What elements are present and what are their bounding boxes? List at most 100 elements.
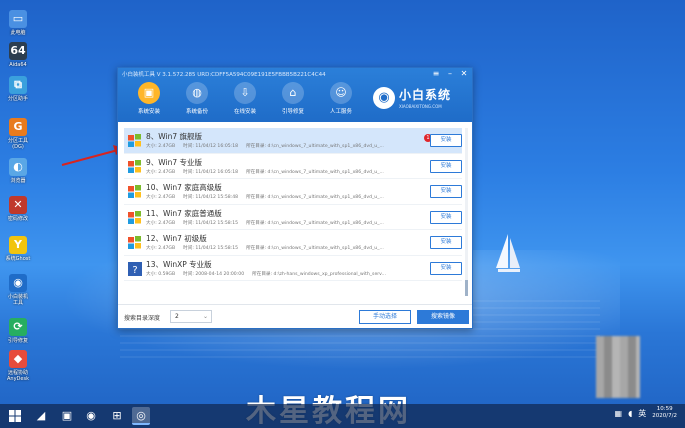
nav-tab-service[interactable]: ☺ 人工服务 xyxy=(322,82,360,115)
window-header: 小白装机工具 V 3.1.572.285 URD:CDFF5A594C09E19… xyxy=(118,68,472,122)
install-button[interactable]: 安装 xyxy=(430,236,462,249)
list-scrollbar[interactable] xyxy=(465,128,468,296)
input-method-icon[interactable]: 英 xyxy=(638,408,646,419)
os-meta: 大小: 2.47GB 时间: 11/04/12 15:58:48 所在目录: d:\… xyxy=(146,194,392,200)
scrollbar-thumb[interactable] xyxy=(465,280,468,296)
install-button[interactable]: 安装 xyxy=(430,159,462,173)
depth-label: 搜索目录深度 xyxy=(124,315,161,322)
os-size: 大小: 0.59GB xyxy=(146,271,176,277)
clock[interactable]: 10:59 2020/7/2 xyxy=(652,406,677,420)
nav-tab-repair[interactable]: ⌂ 引导修复 xyxy=(274,82,312,115)
os-time: 时间: 11/04/12 15:58:15 xyxy=(183,246,239,251)
depth-value: 2 xyxy=(175,313,179,320)
image-list: 8、Win7 旗舰版 大小: 2.47GB 时间: 11/04/12 16:05:1… xyxy=(124,128,462,296)
os-time: 时间: 2008-04-14 20:00:00 xyxy=(183,271,245,277)
windows-7-icon xyxy=(128,159,141,173)
os-name: 12、Win7 初级版 xyxy=(146,234,207,243)
blurred-figure xyxy=(596,336,640,398)
sailboat-wallpaper xyxy=(496,234,520,272)
install-icon: ▣ xyxy=(138,82,160,104)
nav-tab-label: 在线安装 xyxy=(233,109,256,115)
network-icon[interactable]: ◉ xyxy=(82,407,100,425)
os-time: 时间: 11/04/12 15:58:48 xyxy=(183,195,239,200)
os-size: 大小: 2.47GB xyxy=(146,195,176,200)
list-item[interactable]: ? 13、WinXP 专业版大小: 0.59GB 时间: 2008-04-14 20… xyxy=(124,255,462,281)
os-meta: 大小: 2.47GB 时间: 11/04/12 15:58:15 所在目录: d:\… xyxy=(146,220,392,226)
clock-date: 2020/7/2 xyxy=(652,413,677,419)
os-path: 所在目录: d:\zh-hans_windows_xp_professional… xyxy=(252,271,386,277)
system-tray: ▦ ◖ 英 10:59 2020/7/2 xyxy=(615,406,677,420)
os-path: 所在目录: d:\cn_windows_7_ultimate_with_sp1_… xyxy=(246,195,384,200)
windows-7-icon xyxy=(128,185,141,198)
nav-tab-label: 人工服务 xyxy=(329,109,352,115)
taskbar: ◢ ▣ ◉ ⊞ ◎ ▦ ◖ 英 10:59 2020/7/2 xyxy=(0,404,685,428)
eraser-icon[interactable]: ◢ xyxy=(32,407,50,425)
os-meta: 大小: 0.59GB 时间: 2008-04-14 20:00:00 所在目录: d… xyxy=(146,271,394,277)
close-icon[interactable]: ✕ xyxy=(460,69,468,78)
backup-icon: ◍ xyxy=(186,82,208,104)
os-name: 9、Win7 专业版 xyxy=(146,157,203,167)
main-nav: ▣ 系统安装 ◍ 系统备份 ⇩ 在线安装 ⌂ 引导修复 ☺ 人工服务 xyxy=(130,82,360,115)
install-button[interactable]: 安装 xyxy=(430,261,462,275)
nav-tab-backup[interactable]: ◍ 系统备份 xyxy=(178,82,216,115)
brand: ◉ 小白系统 XIAOBAIXITONG.COM xyxy=(373,86,451,109)
brand-logo-icon: ◉ xyxy=(373,86,395,109)
manual-select-button[interactable]: 手动选择 xyxy=(359,310,411,324)
window-controls: ≡ – ✕ xyxy=(432,69,468,78)
os-meta: 大小: 2.47GB 时间: 11/04/12 16:05:18 所在目录: d:\… xyxy=(146,143,392,149)
windows-xp-icon: ? xyxy=(128,261,142,276)
os-name: 10、Win7 家庭高级版 xyxy=(146,183,222,192)
brand-text: 小白系统 XIAOBAIXITONG.COM xyxy=(399,86,451,109)
windows-7-icon xyxy=(128,134,141,147)
nav-tab-online[interactable]: ⇩ 在线安装 xyxy=(226,82,264,115)
nav-tab-install[interactable]: ▣ 系统安装 xyxy=(130,82,168,115)
install-button[interactable]: 安装 xyxy=(430,210,462,224)
list-item[interactable]: 9、Win7 专业版大小: 2.47GB 时间: 11/04/12 16:05:1… xyxy=(124,153,462,179)
monitor-icon[interactable]: ▣ xyxy=(58,407,76,425)
list-item[interactable]: 10、Win7 家庭高级版大小: 2.47GB 时间: 11/04/12 15:5… xyxy=(124,179,462,205)
window-title: 小白装机工具 V 3.1.572.285 URD:CDFF5A594C09E19… xyxy=(122,72,326,78)
xiaobai-taskbar-icon[interactable]: ◎ xyxy=(132,407,150,425)
installer-window: 小白装机工具 V 3.1.572.285 URD:CDFF5A594C09E19… xyxy=(117,67,473,329)
nav-tab-label: 系统安装 xyxy=(137,109,160,115)
install-button[interactable]: 安装 xyxy=(430,134,462,147)
minimize-icon[interactable]: – xyxy=(446,69,454,78)
chevron-down-icon: ⌄ xyxy=(202,313,208,320)
os-size: 大小: 2.47GB xyxy=(146,246,176,251)
service-icon: ☺ xyxy=(330,82,352,104)
install-button[interactable]: 安装 xyxy=(430,185,462,198)
os-name: 13、WinXP 专业版 xyxy=(146,259,212,269)
depth-select[interactable]: 2 ⌄ xyxy=(170,310,212,323)
os-meta: 大小: 2.47GB 时间: 11/04/12 15:58:15 所在目录: d:\… xyxy=(146,245,392,251)
os-path: 所在目录: d:\cn_windows_7_ultimate_with_sp1_… xyxy=(246,246,384,251)
windows-logo-icon xyxy=(9,410,21,422)
list-item[interactable]: 12、Win7 初级版大小: 2.47GB 时间: 11/04/12 15:58:… xyxy=(124,230,462,256)
window-footer: 搜索目录深度 2 ⌄ 手动选择 搜索镜像 xyxy=(118,304,472,328)
repair-icon: ⌂ xyxy=(282,82,304,104)
os-time: 时间: 11/04/12 15:58:15 xyxy=(183,220,239,226)
online-icon: ⇩ xyxy=(234,82,256,104)
brand-url: XIAOBAIXITONG.COM xyxy=(399,104,442,109)
start-button[interactable] xyxy=(6,407,24,425)
brand-name: 小白系统 xyxy=(399,88,452,102)
os-size: 大小: 2.47GB xyxy=(146,220,176,226)
os-path: 所在目录: d:\cn_windows_7_ultimate_with_sp1_… xyxy=(246,144,384,149)
search-image-button[interactable]: 搜索镜像 xyxy=(417,310,469,324)
network-tray-icon[interactable]: ▦ xyxy=(615,409,623,418)
windows-icon[interactable]: ⊞ xyxy=(108,407,126,425)
list-item[interactable]: 11、Win7 家庭普通版 大小: 2.47GB 时间: 11/04/12 15:5… xyxy=(124,204,462,230)
os-size: 大小: 2.47GB xyxy=(146,169,176,175)
menu-icon[interactable]: ≡ xyxy=(432,69,440,78)
windows-7-icon xyxy=(128,210,141,224)
os-size: 大小: 2.47GB xyxy=(146,144,176,149)
os-meta: 大小: 2.47GB 时间: 11/04/12 16:05:18 所在目录: d:\… xyxy=(146,169,392,175)
svg-text:?: ? xyxy=(132,265,137,276)
nav-tab-label: 引导修复 xyxy=(281,109,304,115)
os-name: 8、Win7 旗舰版 xyxy=(146,132,203,141)
windows-7-icon xyxy=(128,236,141,249)
volume-tray-icon[interactable]: ◖ xyxy=(628,409,632,418)
os-path: 所在目录: d:\cn_windows_7_ultimate_with_sp1_… xyxy=(246,169,384,175)
os-time: 时间: 11/04/12 16:05:18 xyxy=(183,169,239,175)
list-item[interactable]: 8、Win7 旗舰版大小: 2.47GB 时间: 11/04/12 16:05:1… xyxy=(124,128,462,154)
os-time: 时间: 11/04/12 16:05:18 xyxy=(183,144,239,149)
